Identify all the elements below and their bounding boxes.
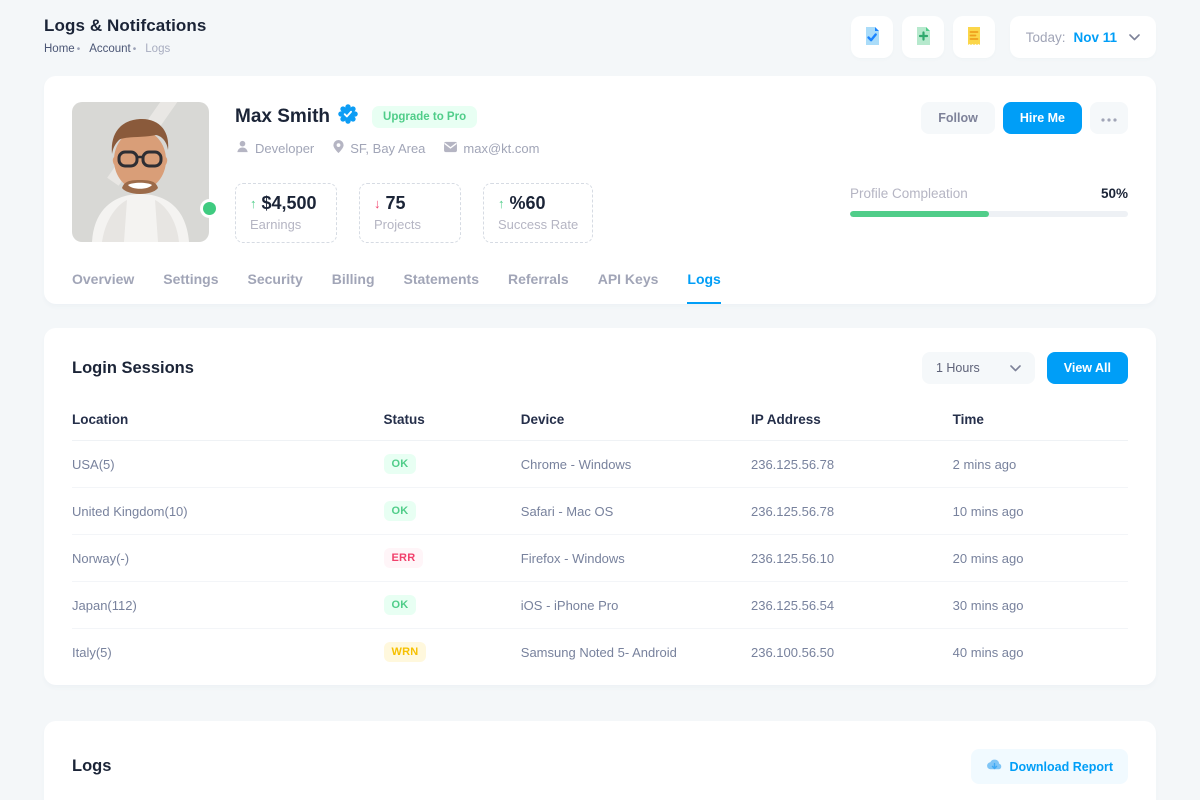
location-pin-icon [332,139,345,157]
file-lines-button[interactable] [953,16,995,58]
profile-stats: ↑ $4,500 Earnings ↓ 75 Projects [235,183,850,243]
progress-percent: 50% [1101,186,1128,201]
arrow-up-icon: ↑ [498,196,505,211]
tab-security[interactable]: Security [248,271,303,304]
mail-icon [443,141,458,156]
ellipsis-icon [1101,111,1117,125]
logs-card: Logs Download Report 500 ERR POST /v1/in… [44,721,1156,800]
stat-projects: ↓ 75 Projects [359,183,461,243]
column-ip-address: IP Address [751,402,953,441]
table-row: Norway(-) ERR Firefox - Windows 236.125.… [72,535,1128,582]
breadcrumb-logs: Logs [145,43,170,55]
profile-completion: Profile Compleation 50% [850,186,1128,217]
progress-fill [850,211,989,217]
table-row: USA(5) OK Chrome - Windows 236.125.56.78… [72,441,1128,488]
table-row: United Kingdom(10) OK Safari - Mac OS 23… [72,488,1128,535]
online-status-dot [203,202,216,215]
breadcrumb-account[interactable]: Account [89,43,131,55]
breadcrumb-home[interactable]: Home [44,43,75,55]
topbar-actions: Today: Nov 11 [851,16,1156,58]
file-check-icon [861,25,883,50]
tab-billing[interactable]: Billing [332,271,375,304]
file-plus-icon [912,25,934,50]
login-sessions-title: Login Sessions [72,359,194,378]
breadcrumb-separator: • [77,44,81,55]
selected-date: Nov 11 [1073,30,1117,45]
file-check-button[interactable] [851,16,893,58]
chevron-down-icon [1010,361,1021,375]
profile-card: Max Smith Up [44,76,1156,304]
profile-tabs: Overview Settings Security Billing State… [72,271,1128,304]
page: Logs & Notifcations Home • Account • Log… [0,0,1200,800]
arrow-down-icon: ↓ [374,196,381,211]
date-picker[interactable]: Today: Nov 11 [1010,16,1156,58]
progress-bar [850,211,1128,217]
progress-label: Profile Compleation [850,186,968,201]
profile-name: Max Smith [235,106,330,128]
tab-statements[interactable]: Statements [404,271,479,304]
upgrade-to-pro-badge[interactable]: Upgrade to Pro [372,106,477,128]
avatar [72,102,209,242]
column-device: Device [521,402,751,441]
profile-side: Follow Hire Me Profile Compleation 50% [850,102,1128,243]
hours-filter-select[interactable]: 1 Hours [922,352,1035,384]
cloud-download-icon [986,758,1003,775]
stat-earnings: ↑ $4,500 Earnings [235,183,337,243]
tab-referrals[interactable]: Referrals [508,271,569,304]
breadcrumb: Home • Account • Logs [44,43,206,55]
topbar: Logs & Notifcations Home • Account • Log… [44,16,1156,58]
arrow-up-icon: ↑ [250,196,257,211]
view-all-button[interactable]: View All [1047,352,1128,384]
person-icon [235,139,250,157]
table-row: Japan(112) OK iOS - iPhone Pro 236.125.5… [72,582,1128,629]
breadcrumb-separator: • [133,44,137,55]
verified-badge-icon [338,104,358,129]
column-location: Location [72,402,384,441]
profile-email: max@kt.com [443,141,539,156]
table-header-row: Location Status Device IP Address Time [72,402,1128,441]
login-sessions-table: Location Status Device IP Address Time U… [72,402,1128,675]
tab-api-keys[interactable]: API Keys [598,271,659,304]
file-lines-icon [963,25,985,50]
hire-me-button[interactable]: Hire Me [1003,102,1082,134]
column-status: Status [384,402,521,441]
status-badge: OK [384,454,417,474]
tab-overview[interactable]: Overview [72,271,134,304]
column-time: Time [953,402,1128,441]
status-badge: WRN [384,642,427,662]
stat-success-rate: ↑ %60 Success Rate [483,183,593,243]
tab-settings[interactable]: Settings [163,271,218,304]
topbar-left: Logs & Notifcations Home • Account • Log… [44,16,206,55]
login-sessions-card: Login Sessions 1 Hours View All Location… [44,328,1156,685]
page-title: Logs & Notifcations [44,16,206,36]
status-badge: OK [384,595,417,615]
file-plus-button[interactable] [902,16,944,58]
status-badge: ERR [384,548,424,568]
chevron-down-icon [1129,34,1140,41]
tab-logs[interactable]: Logs [687,271,720,304]
profile-location: SF, Bay Area [332,139,425,157]
table-row: Italy(5) WRN Samsung Noted 5- Android 23… [72,629,1128,676]
profile-info: Max Smith Up [235,102,850,243]
more-options-button[interactable] [1090,102,1128,134]
follow-button[interactable]: Follow [921,102,995,134]
download-report-button[interactable]: Download Report [971,749,1128,784]
today-label: Today: [1026,30,1066,45]
logs-title: Logs [72,757,111,776]
profile-role: Developer [235,139,314,157]
status-badge: OK [384,501,417,521]
